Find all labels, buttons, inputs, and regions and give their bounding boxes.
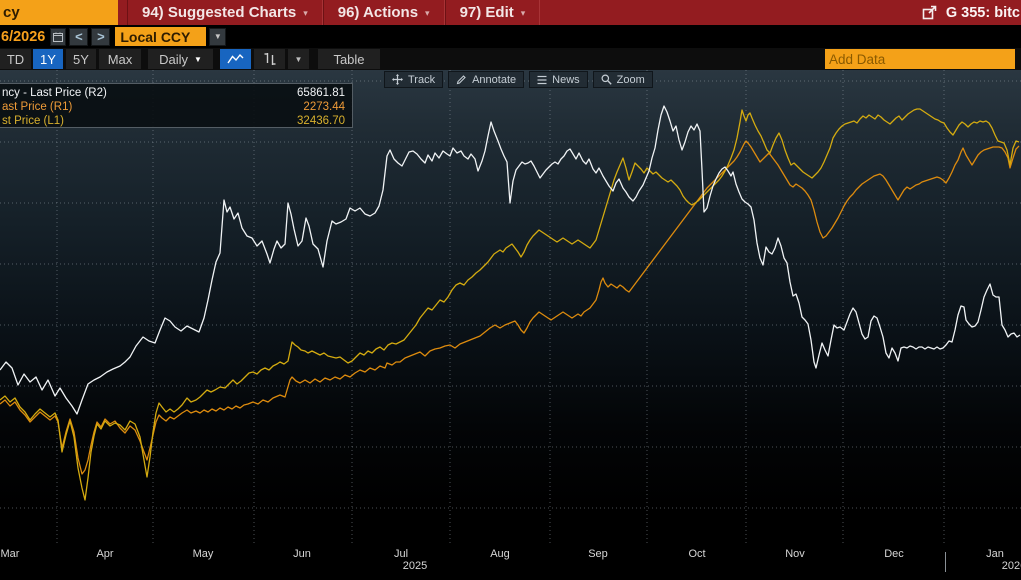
chart-floating-toolbar: Track Annotate News Zoom [384, 71, 653, 88]
menu-label: 94) Suggested Charts [142, 4, 297, 21]
news-button[interactable]: News [529, 71, 588, 88]
chevron-down-icon: ▾ [520, 8, 526, 18]
table-button[interactable]: Table [318, 49, 380, 69]
x-axis-month-label: May [192, 548, 214, 560]
currency-dropdown-caret[interactable]: ▼ [209, 27, 227, 46]
news-label: News [552, 73, 580, 86]
period-ytd-button[interactable]: TD [0, 49, 31, 69]
news-lines-icon [537, 75, 547, 84]
menu-actions[interactable]: 96) Actions ▾ [322, 0, 445, 25]
period-1y-button[interactable]: 1Y [33, 49, 63, 69]
x-axis-month-label: Jun [293, 548, 311, 560]
track-label: Track [408, 73, 436, 86]
export-icon[interactable] [922, 5, 937, 20]
x-axis-month-label: Jan [986, 548, 1004, 560]
add-data-field[interactable]: Add Data [825, 49, 1015, 69]
calendar-icon[interactable] [50, 27, 67, 46]
legend-series-value: 2273.44 [303, 101, 345, 113]
year-divider-line [945, 552, 946, 572]
legend-series-label: st Price (L1) [2, 115, 64, 127]
security-ticker-field[interactable]: cy [0, 0, 118, 25]
x-axis-year-label: 2026 [1001, 560, 1021, 572]
chart-plot-area[interactable]: Track Annotate News Zoom ncy - Last Pric… [0, 70, 1021, 550]
line-chart-type-button[interactable] [220, 49, 251, 69]
prev-period-button[interactable]: < [69, 27, 89, 46]
chevron-down-icon: ▾ [425, 8, 430, 18]
end-date-field[interactable]: 6/2026 [0, 29, 47, 45]
legend-series-label: ast Price (R1) [2, 101, 73, 113]
annotate-label: Annotate [472, 73, 517, 86]
frequency-dropdown[interactable]: Daily ▼ [148, 49, 213, 69]
x-axis-month-label: Aug [490, 548, 510, 560]
x-axis-month-label: Apr [96, 548, 114, 560]
x-axis: Mar Apr May Jun Jul Aug Sep Oct Nov Dec Jan 2025 202… [0, 545, 1021, 580]
x-axis-year-label: 2025 [402, 560, 428, 572]
next-period-button[interactable]: > [91, 27, 111, 46]
price-chart-svg [0, 70, 1021, 550]
zoom-button[interactable]: Zoom [592, 71, 653, 88]
legend-series-value: 65861.81 [297, 87, 345, 99]
titlebar: cy 94) Suggested Charts ▾ 96) Actions ▾ … [0, 0, 1021, 25]
pencil-icon [456, 75, 466, 85]
chart-legend: ncy - Last Price (R2) 65861.81 ast Price… [0, 83, 353, 128]
period-5y-button[interactable]: 5Y [66, 49, 96, 69]
menu-label: 96) Actions [337, 4, 419, 21]
function-title: G 355: bitc [945, 4, 1020, 21]
chevron-down-icon: ▼ [193, 54, 202, 64]
annotate-button[interactable]: Annotate [448, 71, 525, 88]
frequency-label: Daily [159, 51, 188, 67]
line-chart-icon [227, 53, 244, 64]
x-axis-month-label: Mar [0, 548, 20, 560]
legend-series-label: ncy - Last Price (R2) [2, 87, 107, 99]
legend-row-r2: ncy - Last Price (R2) 65861.81 [2, 86, 345, 100]
legend-row-r1: ast Price (R1) 2273.44 [2, 100, 345, 114]
menu-suggested-charts[interactable]: 94) Suggested Charts ▾ [127, 0, 323, 25]
bloomberg-terminal-chart-screen: { "titlebar": { "security_field": "cy", … [0, 0, 1021, 580]
legend-row-l1: st Price (L1) 32436.70 [2, 114, 345, 128]
menu-label: 97) Edit [459, 4, 514, 21]
x-axis-month-label: Oct [688, 548, 706, 560]
legend-series-value: 32436.70 [297, 115, 345, 127]
chevron-down-icon: ▾ [303, 8, 308, 18]
bar-chart-type-button[interactable] [254, 49, 285, 69]
zoom-label: Zoom [616, 73, 645, 86]
x-axis-month-label: Nov [785, 548, 805, 560]
period-max-button[interactable]: Max [99, 49, 141, 69]
x-axis-month-label: Dec [884, 548, 904, 560]
currency-selector[interactable]: Local CCY [115, 27, 207, 46]
track-crosshair-icon [392, 74, 403, 85]
candlestick-icon [264, 53, 275, 65]
magnifier-icon [601, 74, 612, 85]
menu-edit[interactable]: 97) Edit ▾ [444, 0, 541, 25]
track-button[interactable]: Track [384, 71, 444, 88]
date-currency-row: 6/2026 < > Local CCY ▼ [0, 25, 1021, 48]
chart-type-dropdown-caret[interactable]: ▼ [288, 49, 309, 69]
x-axis-month-label: Jul [393, 548, 409, 560]
menubar: 94) Suggested Charts ▾ 96) Actions ▾ 97)… [127, 0, 541, 25]
x-axis-month-label: Sep [588, 548, 608, 560]
